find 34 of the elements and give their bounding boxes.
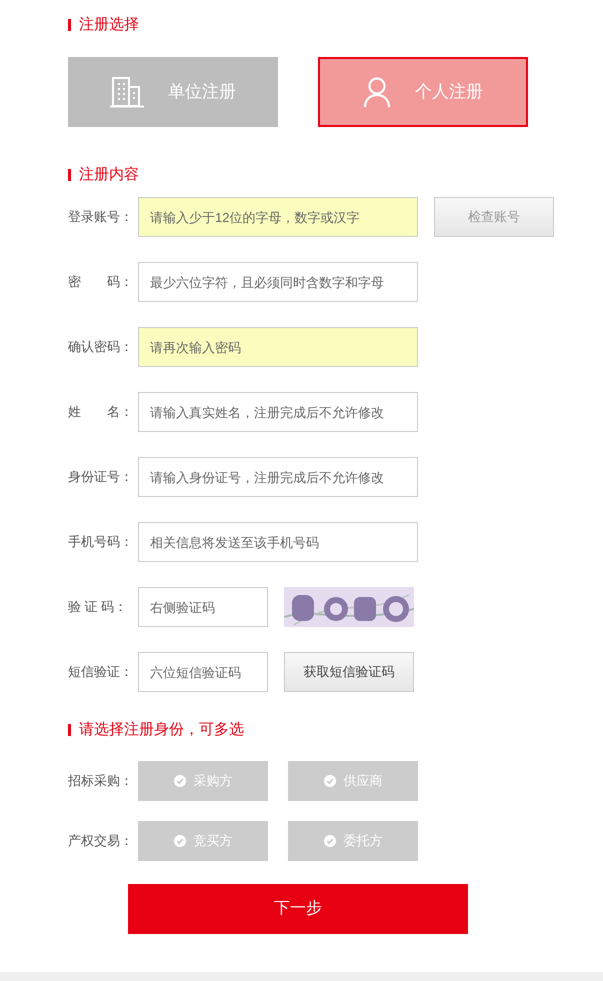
- field-label: 登录账号：: [68, 208, 134, 226]
- heading-marker: [68, 724, 71, 736]
- field-label: 短信验证：: [68, 663, 134, 682]
- section-heading: 请选择注册身份，可多选: [79, 720, 244, 740]
- section-heading: 注册内容: [79, 164, 139, 185]
- check-circle-icon: [324, 775, 336, 787]
- field-label: 产权交易：: [68, 832, 134, 850]
- registration-type-button[interactable]: 个人注册: [318, 57, 528, 127]
- person-icon: [363, 77, 391, 107]
- heading-marker: [68, 19, 71, 31]
- next-button[interactable]: 下一步: [128, 884, 468, 934]
- input-field[interactable]: 请再次输入密码: [138, 327, 418, 367]
- registration-type-button[interactable]: 单位注册: [68, 57, 278, 127]
- building-icon: [110, 76, 144, 108]
- input-field[interactable]: 最少六位字符，且必须同时含数字和字母: [138, 262, 418, 302]
- check-circle-icon: [174, 835, 186, 847]
- field-label: 手机号码：: [68, 533, 134, 552]
- field-label: 验 证 码：: [68, 598, 128, 616]
- field-label: 招标采购：: [68, 772, 134, 790]
- input-field[interactable]: 请输入身份证号，注册完成后不允许修改: [138, 457, 418, 497]
- input-field[interactable]: 相关信息将发送至该手机号码: [138, 522, 418, 562]
- check-circle-icon: [324, 835, 336, 847]
- field-label: 姓 名：: [68, 403, 134, 422]
- heading-marker: [68, 169, 71, 181]
- field-button[interactable]: 获取短信验证码: [284, 652, 414, 692]
- section-heading: 注册选择: [79, 14, 139, 35]
- field-label: 确认密码：: [68, 338, 134, 356]
- input-field[interactable]: 六位短信验证码: [138, 652, 268, 692]
- field-label: 密 码：: [68, 273, 134, 292]
- check-circle-icon: [174, 775, 186, 787]
- input-field[interactable]: 右侧验证码: [138, 587, 268, 627]
- field-label: 身份证号：: [68, 468, 134, 486]
- input-field[interactable]: 请输入真实姓名，注册完成后不允许修改: [138, 392, 418, 432]
- input-field[interactable]: 请输入少于12位的字母，数字或汉字: [138, 197, 418, 237]
